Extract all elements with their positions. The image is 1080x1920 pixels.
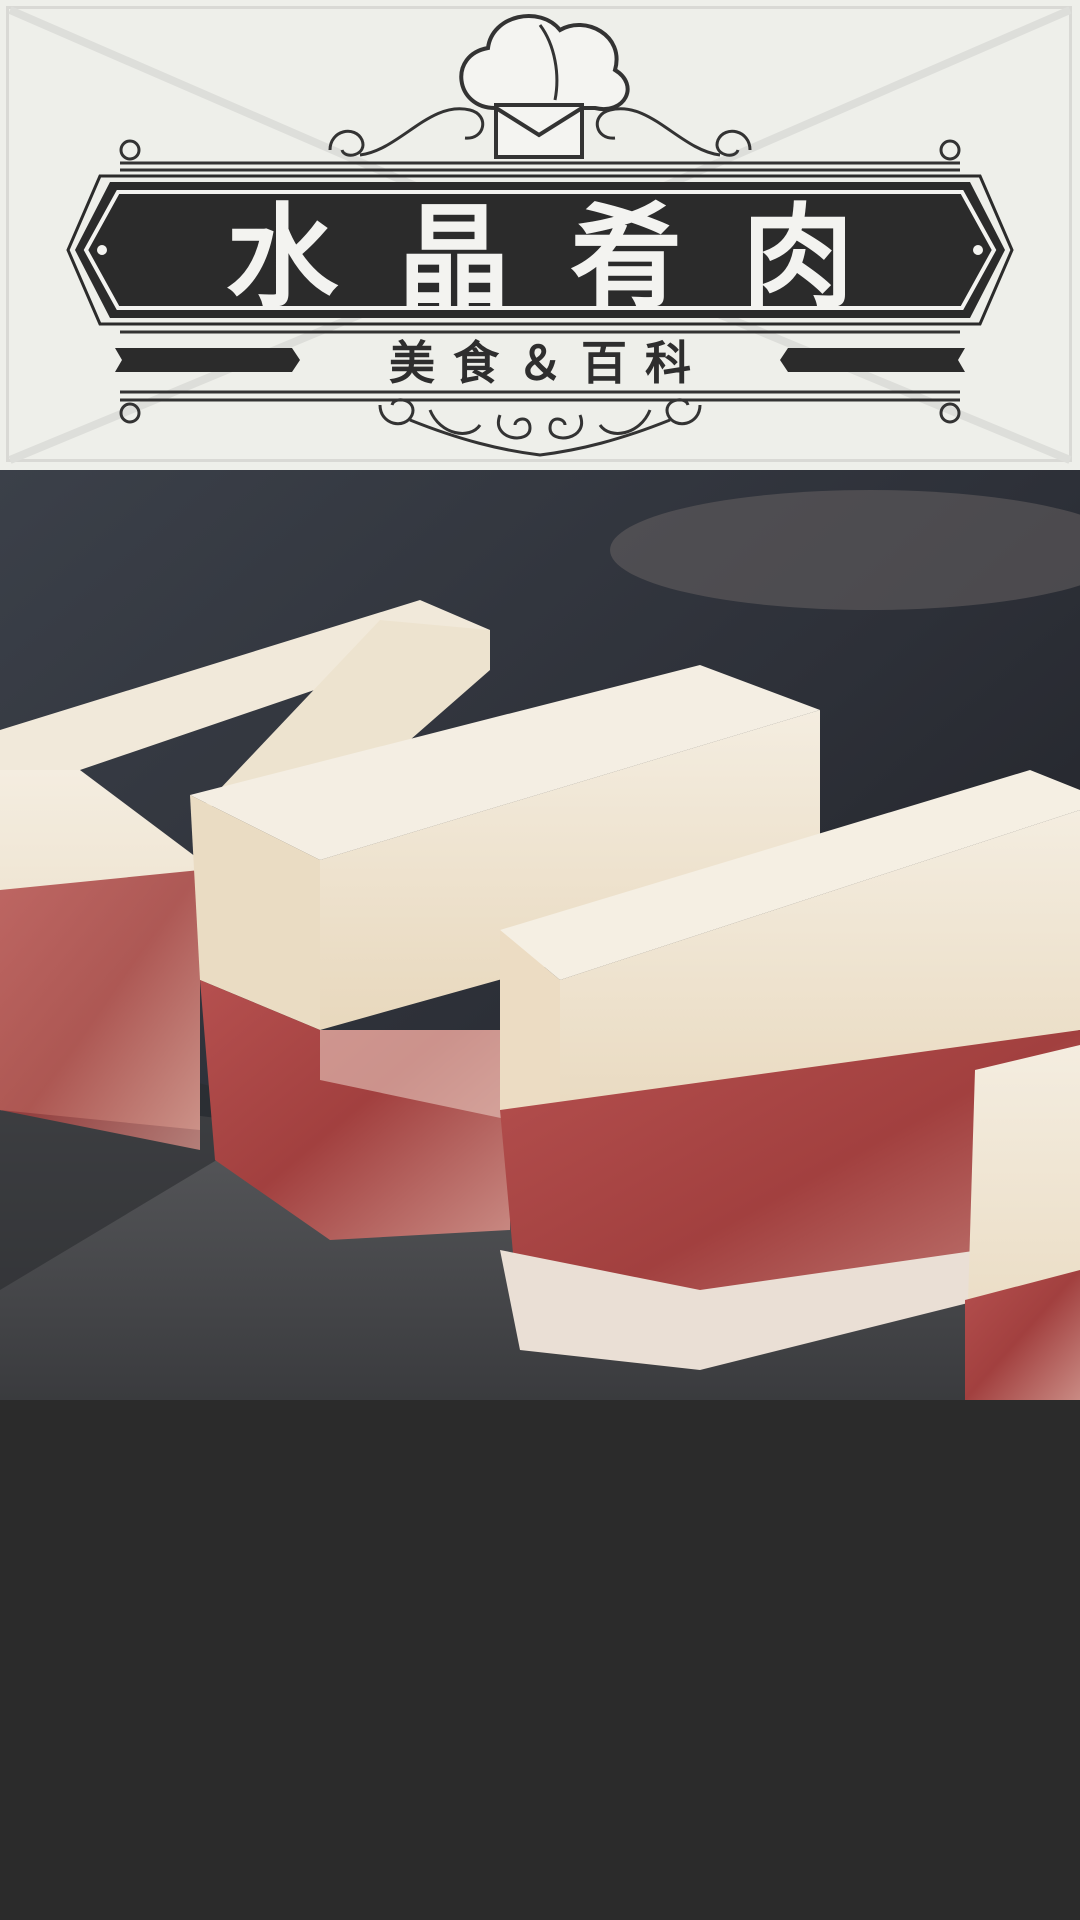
scroll-ornament-icon	[119, 398, 961, 457]
page-subtitle: 美食＆百科	[389, 336, 709, 390]
title-header: 水晶肴肉 美食＆百科	[0, 0, 1080, 470]
pork-block-4	[965, 1045, 1080, 1400]
empty-bottom-area	[0, 1400, 1080, 1920]
crystal-pork-illustration	[0, 470, 1080, 1400]
page-title: 水晶肴肉	[226, 192, 914, 323]
dish-photo	[0, 470, 1080, 1400]
